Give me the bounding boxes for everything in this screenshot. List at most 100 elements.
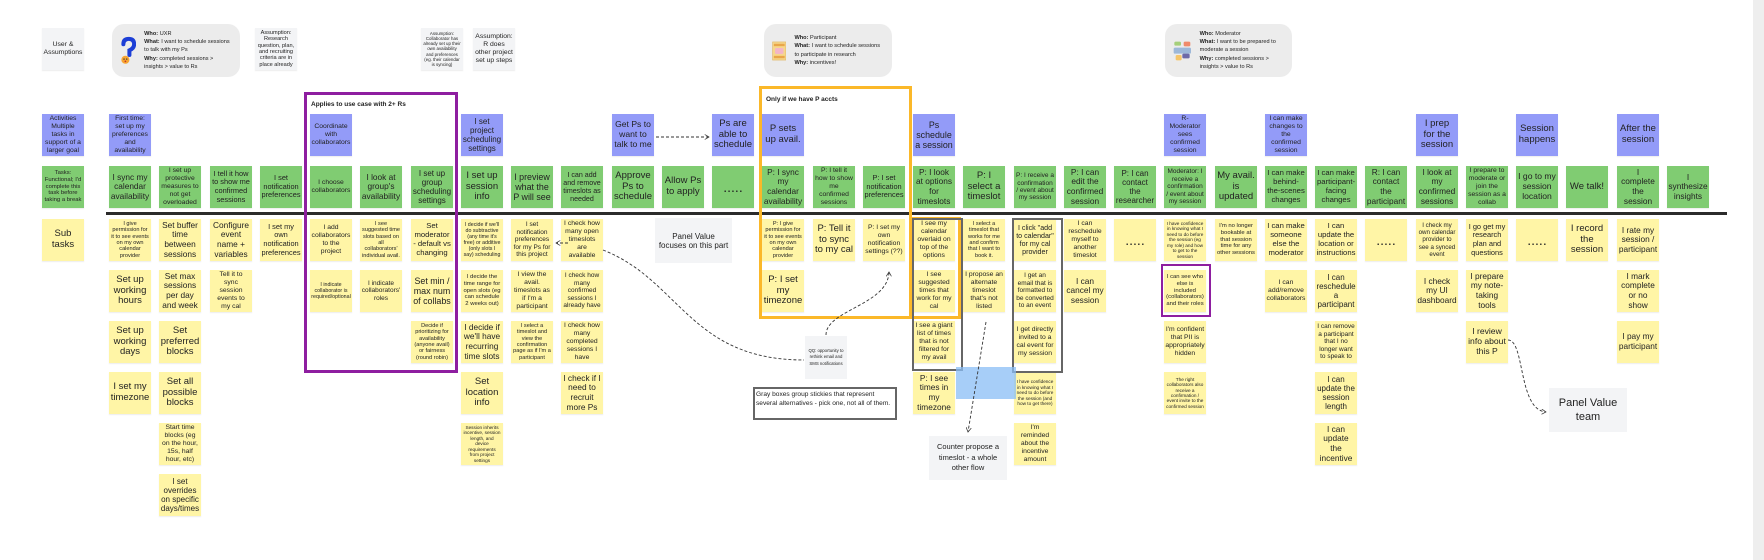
task-note[interactable]: I synthesize insights: [1667, 166, 1709, 208]
subtask-note[interactable]: The right collaborators also receive a c…: [1164, 372, 1206, 414]
subtask-note[interactable]: I'm confident that PII is appropriately …: [1164, 321, 1206, 363]
activity-note[interactable]: R-Moderator sees confirmed session: [1164, 114, 1206, 156]
task-note[interactable]: I can make behind-the-scenes changes: [1265, 166, 1307, 208]
subtask-note[interactable]: I rate my session / participant: [1617, 219, 1659, 261]
subtask-note[interactable]: Set up working days: [109, 321, 151, 363]
subtask-note[interactable]: I set my own notification preferences: [260, 219, 302, 261]
legend-activities-note[interactable]: Activities Multiple tasks in support of …: [42, 114, 84, 156]
task-note[interactable]: R: I can contact the participant: [1365, 166, 1407, 208]
subtask-note[interactable]: Set up working hours: [109, 270, 151, 312]
subtask-note[interactable]: I set overrides on specific days/times: [159, 474, 201, 516]
counter-propose-note[interactable]: Counter propose a timeslot - a whole oth…: [929, 436, 1007, 480]
subtask-note[interactable]: I check how many completed sessions I ha…: [561, 321, 603, 363]
subtask-note[interactable]: P: Tell it to sync to my cal: [813, 219, 855, 261]
subtask-note[interactable]: Set moderator - default vs changing: [411, 219, 453, 261]
subtask-note[interactable]: I indicate collaborator is required/opti…: [310, 270, 352, 312]
task-note[interactable]: P: I select a timeslot: [963, 166, 1005, 208]
subtask-note[interactable]: I have confidence in knowing what I need…: [1014, 372, 1056, 414]
subtask-note[interactable]: I review info about this P: [1466, 321, 1508, 363]
subtask-note[interactable]: I record the session: [1566, 219, 1608, 261]
subtask-note[interactable]: P: I see times in my timezone: [913, 372, 955, 414]
activity-note[interactable]: I prep for the session: [1416, 114, 1458, 156]
task-note[interactable]: P: I receive a confirmation / event abou…: [1014, 166, 1056, 208]
subtask-note[interactable]: I go get my research plan and questions: [1466, 219, 1508, 261]
subtask-note[interactable]: Set location info: [461, 372, 503, 414]
task-note[interactable]: I set up session info: [461, 166, 503, 208]
task-note[interactable]: Moderator: I receive a confirmation / ev…: [1164, 166, 1206, 208]
subtask-note[interactable]: Set min / max num of collabs: [411, 270, 453, 312]
subtask-note[interactable]: I see a giant list of times that is not …: [913, 321, 955, 363]
task-note[interactable]: I go to my session location: [1516, 166, 1558, 208]
subtask-note[interactable]: I have confidence in knowing what I need…: [1164, 219, 1206, 261]
persona-card-uxr[interactable]: Who: UXR What: I want to schedule sessio…: [112, 24, 240, 77]
subtask-note[interactable]: .....: [1516, 219, 1558, 261]
subtask-note[interactable]: I can reschedule myself to another times…: [1064, 219, 1106, 261]
subtask-note[interactable]: I can update the location or instruction…: [1315, 219, 1357, 261]
assumption-note[interactable]: Assumption: R does other project set up …: [473, 28, 515, 70]
subtask-note[interactable]: Session inherits incentive, session leng…: [461, 423, 503, 465]
assumption-note[interactable]: Assumption: Collaborator has already set…: [421, 28, 463, 70]
subtask-note[interactable]: Set buffer time between sessions: [159, 219, 201, 261]
subtask-note[interactable]: Set preferred blocks: [159, 321, 201, 363]
subtask-note[interactable]: I can add/remove collaborators: [1265, 270, 1307, 312]
activity-note[interactable]: P sets up avail.: [762, 114, 804, 156]
subtask-note[interactable]: I indicate collaborators' roles: [360, 270, 402, 312]
subtask-note[interactable]: I can make someone else the moderator: [1265, 219, 1307, 261]
subtask-note[interactable]: .....: [1365, 219, 1407, 261]
subtask-note[interactable]: I give permission for it to see events o…: [109, 219, 151, 261]
subtask-note[interactable]: I get an email that is formatted to be c…: [1014, 270, 1056, 312]
subtask-note[interactable]: I select a timeslot that works for me an…: [963, 219, 1005, 261]
task-note[interactable]: P: I sync my calendar availability: [762, 166, 804, 208]
subtask-note[interactable]: I add collaborators to the project: [310, 219, 352, 261]
activity-note[interactable]: Get Ps to want to talk to me: [612, 114, 654, 156]
subtask-note[interactable]: I click "add to calendar" for my cal pro…: [1014, 219, 1056, 261]
subtask-note[interactable]: I check my UI dashboard: [1416, 270, 1458, 312]
task-note[interactable]: P: I set notification preferences: [863, 166, 905, 208]
task-note[interactable]: I look at group's availability: [360, 166, 402, 208]
task-note[interactable]: I complete the session: [1617, 166, 1659, 208]
activity-note[interactable]: Ps are able to schedule: [712, 114, 754, 156]
persona-card-moderator[interactable]: Who: Moderator What: I want to be prepar…: [1165, 24, 1292, 77]
subtask-note[interactable]: I decide the time range for open slots (…: [461, 270, 503, 312]
task-note[interactable]: I can make participant-facing changes: [1315, 166, 1357, 208]
subtask-note[interactable]: I can see who else is included (collabor…: [1164, 270, 1206, 312]
subtask-note[interactable]: I check if I need to recruit more Ps: [561, 372, 603, 414]
subtask-note[interactable]: I'm reminded about the incentive amount: [1014, 423, 1056, 465]
subtask-note[interactable]: I set notification preferences for my Ps…: [511, 219, 553, 261]
subtask-note[interactable]: Set max sessions per day and week: [159, 270, 201, 312]
subtask-note[interactable]: I see suggested time slots based on all …: [360, 219, 402, 261]
activity-note[interactable]: First time: set up my preferences and av…: [109, 114, 151, 156]
task-note[interactable]: I set notification preferences: [260, 166, 302, 208]
task-note[interactable]: I prepare to moderate or join the sessio…: [1466, 166, 1508, 208]
subtask-note[interactable]: .....: [1114, 219, 1156, 261]
subtask-note[interactable]: I get directly invited to a cal event fo…: [1014, 321, 1056, 363]
subtask-note[interactable]: I select a timeslot and view the confirm…: [511, 321, 553, 363]
subtask-note[interactable]: I'm no longer bookable at that session t…: [1215, 219, 1257, 261]
subtask-note[interactable]: I can update the session length: [1315, 372, 1357, 414]
task-note[interactable]: I set up protective measures to not get …: [159, 166, 201, 208]
gray-boxes-legend-note[interactable]: Gray boxes group stickies that represent…: [753, 387, 897, 420]
subtask-note[interactable]: I can update the incentive: [1315, 423, 1357, 465]
subtask-note[interactable]: I mark complete or no show: [1617, 270, 1659, 312]
activity-note[interactable]: I can make changes to the confirmed sess…: [1265, 114, 1307, 156]
task-note[interactable]: P: I tell it how to show me confirmed se…: [813, 166, 855, 208]
activity-note[interactable]: After the session: [1617, 114, 1659, 156]
subtask-note[interactable]: I can cancel my session: [1064, 270, 1106, 312]
task-note[interactable]: I set up group scheduling settings: [411, 166, 453, 208]
task-note[interactable]: We talk!: [1566, 166, 1608, 208]
activity-note[interactable]: Session happens: [1516, 114, 1558, 156]
subtask-note[interactable]: I view the avail. timeslots as if I'm a …: [511, 270, 553, 312]
task-note[interactable]: P: I look at options for timeslots: [913, 166, 955, 208]
subtask-note[interactable]: I set my timezone: [109, 372, 151, 414]
subtask-note[interactable]: I decide if we'll do subtractive (any ti…: [461, 219, 503, 261]
subtask-note[interactable]: I prepare my note-taking tools: [1466, 270, 1508, 312]
subtask-note[interactable]: I decide if we'll have recurring time sl…: [461, 321, 503, 363]
task-note[interactable]: I look at my confirmed sessions: [1416, 166, 1458, 208]
subtask-note[interactable]: Decide if prioritizing for availability …: [411, 321, 453, 363]
user-assumptions-note[interactable]: User & Assumptions: [42, 28, 84, 70]
subtask-note[interactable]: Configure event name + variables: [210, 219, 252, 261]
task-note[interactable]: I sync my calendar availability: [109, 166, 151, 208]
subtask-note[interactable]: I check how many open timeslots are avai…: [561, 219, 603, 261]
subtask-note[interactable]: I pay my participant: [1617, 321, 1659, 363]
task-note[interactable]: I tell it how to show me confirmed sessi…: [210, 166, 252, 208]
